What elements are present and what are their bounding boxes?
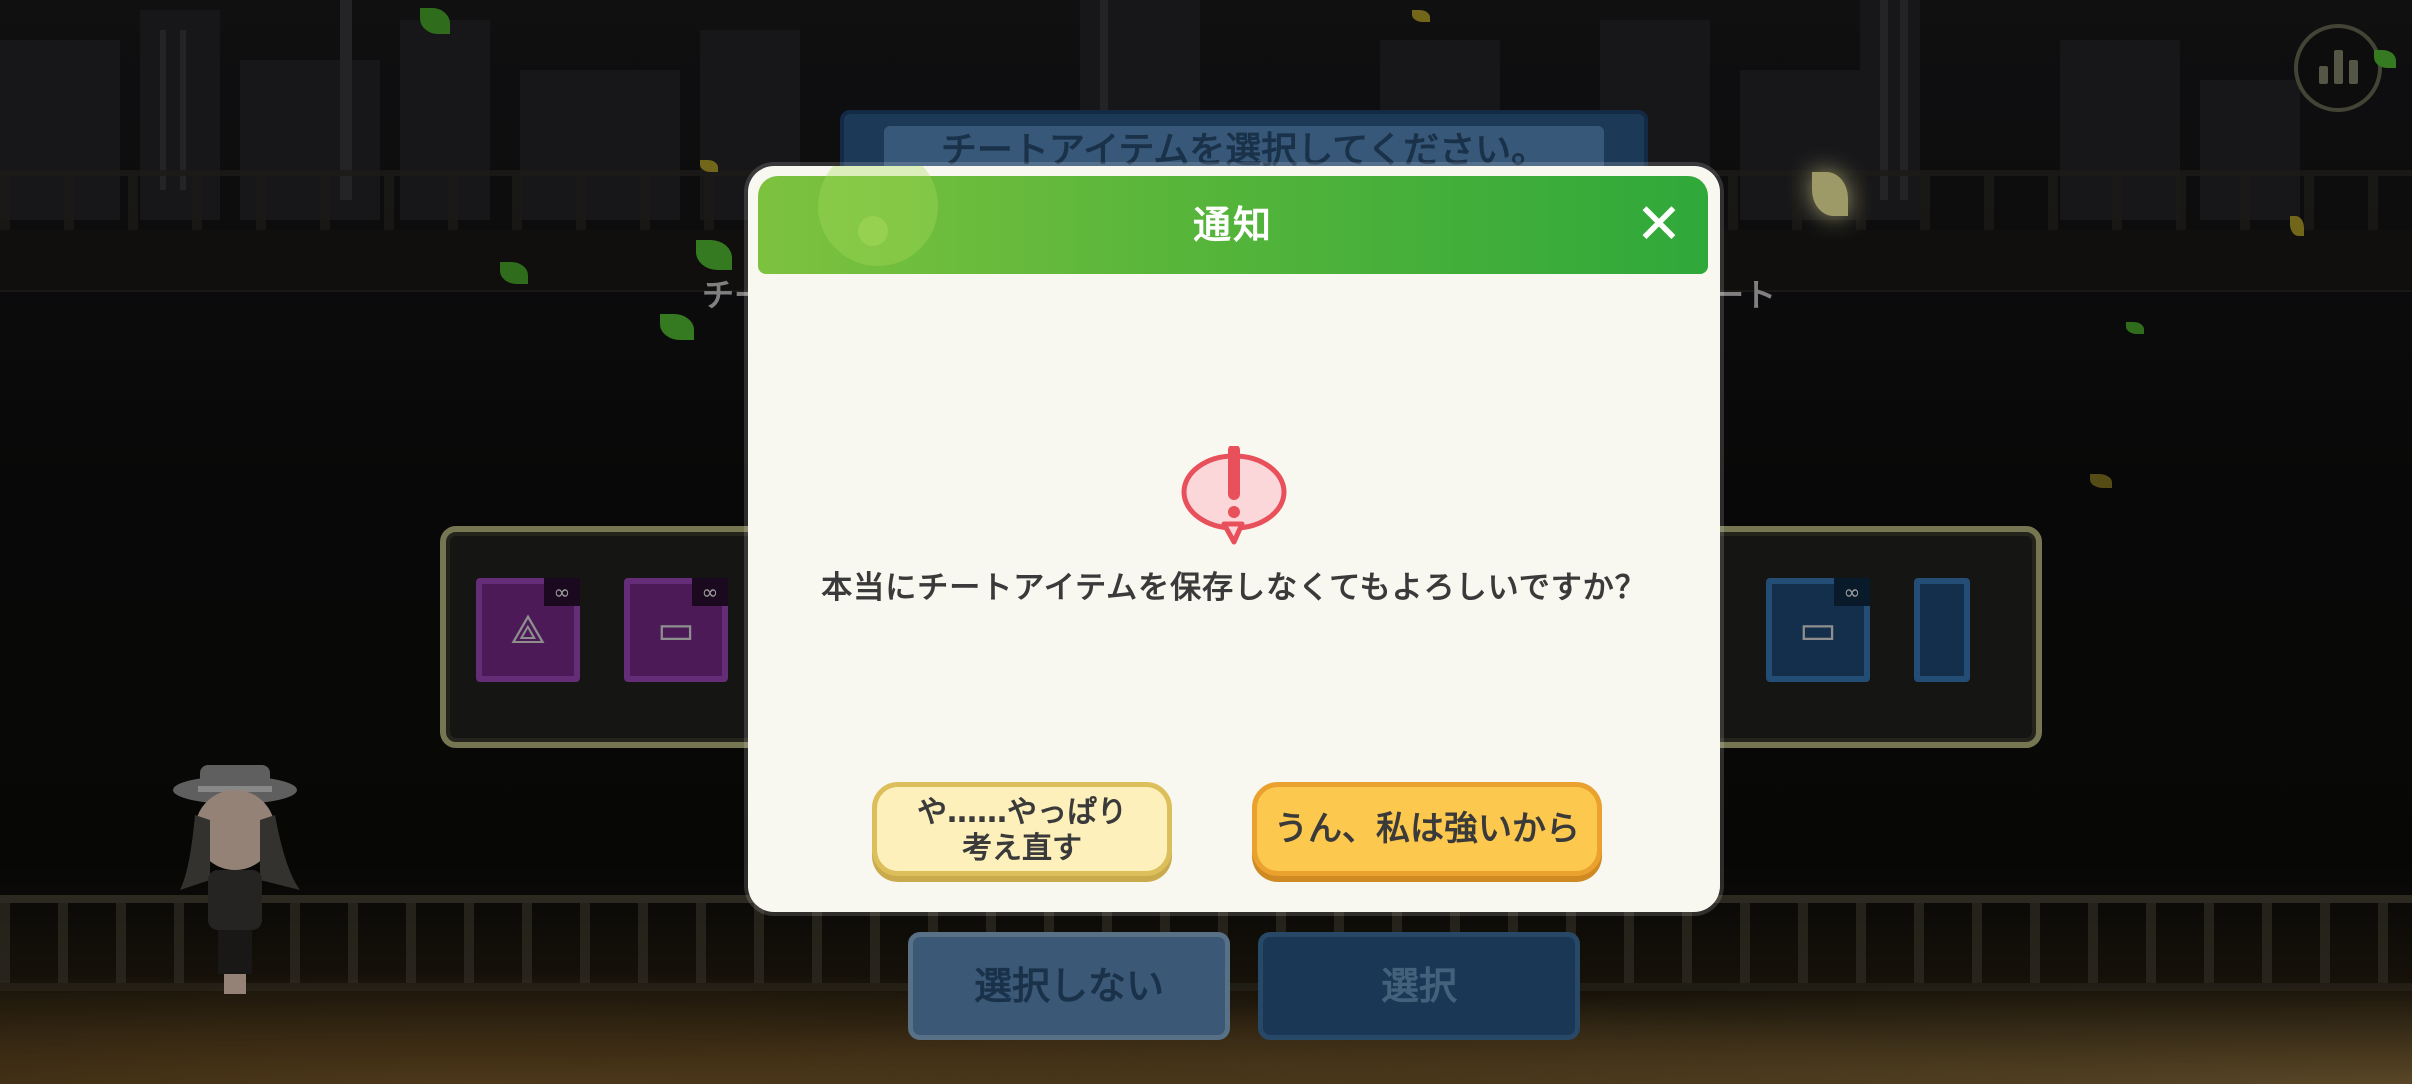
dialog-title: 通知: [1192, 203, 1273, 247]
confirm-button[interactable]: うん、私は強いから: [1252, 782, 1602, 876]
dialog-message: 本当にチートアイテムを保存しなくてもよろしいですか？: [821, 570, 1647, 606]
exclamation-bubble-icon: [1181, 446, 1287, 545]
notification-dialog: 通知 ✕ 本当にチートアイテムを保存しなくてもよろしいですか？ や……やっぱり …: [748, 166, 1720, 912]
close-icon[interactable]: ✕: [1632, 197, 1686, 253]
reconsider-label-line2: 考え直す: [962, 831, 1082, 866]
reconsider-label-line1: や……やっぱり: [917, 795, 1127, 830]
dialog-header: 通知 ✕: [758, 166, 1708, 274]
reconsider-button[interactable]: や……やっぱり 考え直す: [872, 782, 1172, 876]
